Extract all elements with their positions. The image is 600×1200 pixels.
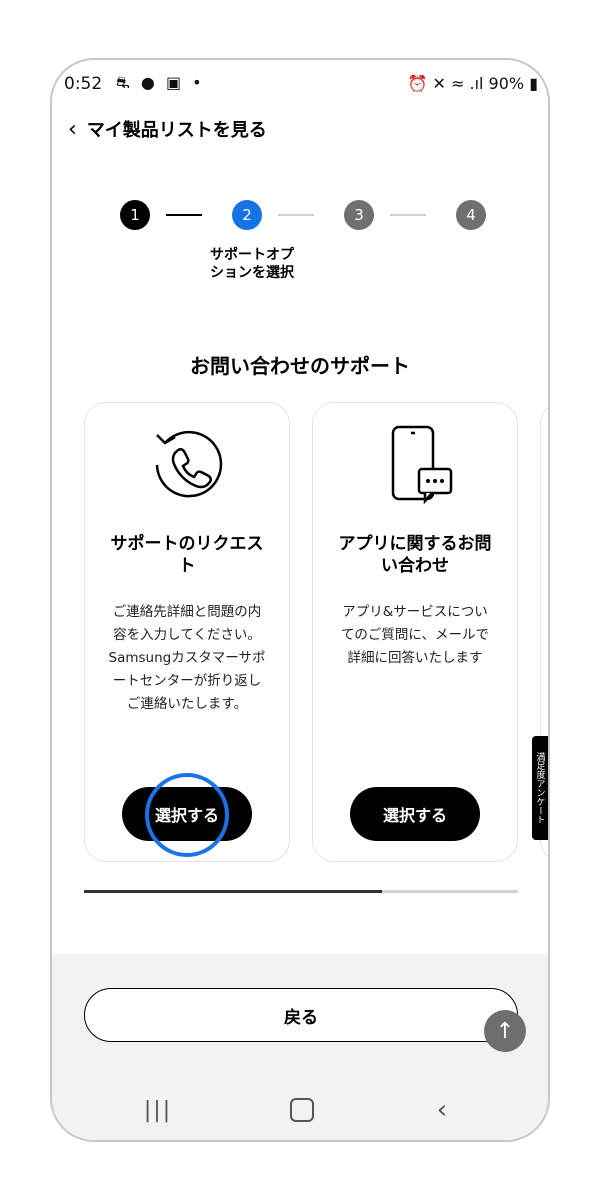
- carousel-scroll-thumb[interactable]: [84, 890, 382, 893]
- satisfaction-survey-tab[interactable]: 満足度アンケート: [532, 736, 548, 840]
- select-support-request-button[interactable]: 選択する: [122, 787, 252, 841]
- select-app-inquiry-button[interactable]: 選択する: [350, 787, 480, 841]
- step-3: 3: [344, 200, 374, 230]
- recent-apps-icon[interactable]: |||: [138, 1092, 178, 1128]
- app-inquiry-card: アプリに関するお問 い合わせ アプリ&サービスについ てのご質問に、メールで 詳…: [312, 402, 518, 862]
- system-status-icons: ⏰ ✕ ≈ .ıl 90% ▮: [407, 74, 538, 93]
- status-bar: 0:52 ⛐ ● ▣ • ⏰ ✕ ≈ .ıl 90% ▮: [52, 60, 548, 104]
- step-connector: [166, 214, 202, 216]
- stepper: 1 2 3 4: [120, 200, 486, 230]
- step-1: 1: [120, 200, 150, 230]
- phone-chat-icon: [391, 425, 453, 505]
- step-4: 4: [456, 200, 486, 230]
- back-header[interactable]: ‹ マイ製品リストを見る: [68, 116, 267, 142]
- chevron-left-icon[interactable]: ‹: [68, 117, 77, 142]
- step-connector: [278, 214, 314, 216]
- back-nav-icon[interactable]: ‹: [422, 1092, 462, 1128]
- step-connector: [390, 214, 426, 216]
- step-2-current: 2: [232, 200, 262, 230]
- arrow-up-icon[interactable]: ↑: [484, 1010, 526, 1052]
- status-time: 0:52: [64, 74, 103, 94]
- support-request-card: サポートのリクエス ト ご連絡先詳細と問題の内 容を入力してください。 Sams…: [84, 402, 290, 862]
- home-icon[interactable]: [282, 1092, 322, 1128]
- card-description: ご連絡先詳細と問題の内 容を入力してください。 Samsungカスタマーサポ ー…: [108, 604, 266, 712]
- current-step-label: サポートオプ ションを選択: [210, 247, 294, 281]
- carousel-scrollbar[interactable]: [84, 890, 518, 893]
- system-nav-bar: ||| ‹: [52, 1080, 548, 1140]
- section-title: お問い合わせのサポート: [190, 354, 410, 378]
- card-title: アプリに関するお問 い合わせ: [338, 534, 492, 576]
- phone-screen: 0:52 ⛐ ● ▣ • ⏰ ✕ ≈ .ıl 90% ▮ ‹ マイ製品リストを見…: [50, 58, 550, 1142]
- back-button[interactable]: 戻る: [84, 988, 518, 1042]
- card-description: アプリ&サービスについ てのご質問に、メールで 詳細に回答いたします: [340, 604, 490, 666]
- notification-icons: ⛐ ● ▣ •: [116, 73, 205, 92]
- card-title: サポートのリクエス ト: [110, 534, 264, 576]
- phone-callback-icon: [155, 430, 223, 498]
- page-title: マイ製品リストを見る: [86, 120, 267, 141]
